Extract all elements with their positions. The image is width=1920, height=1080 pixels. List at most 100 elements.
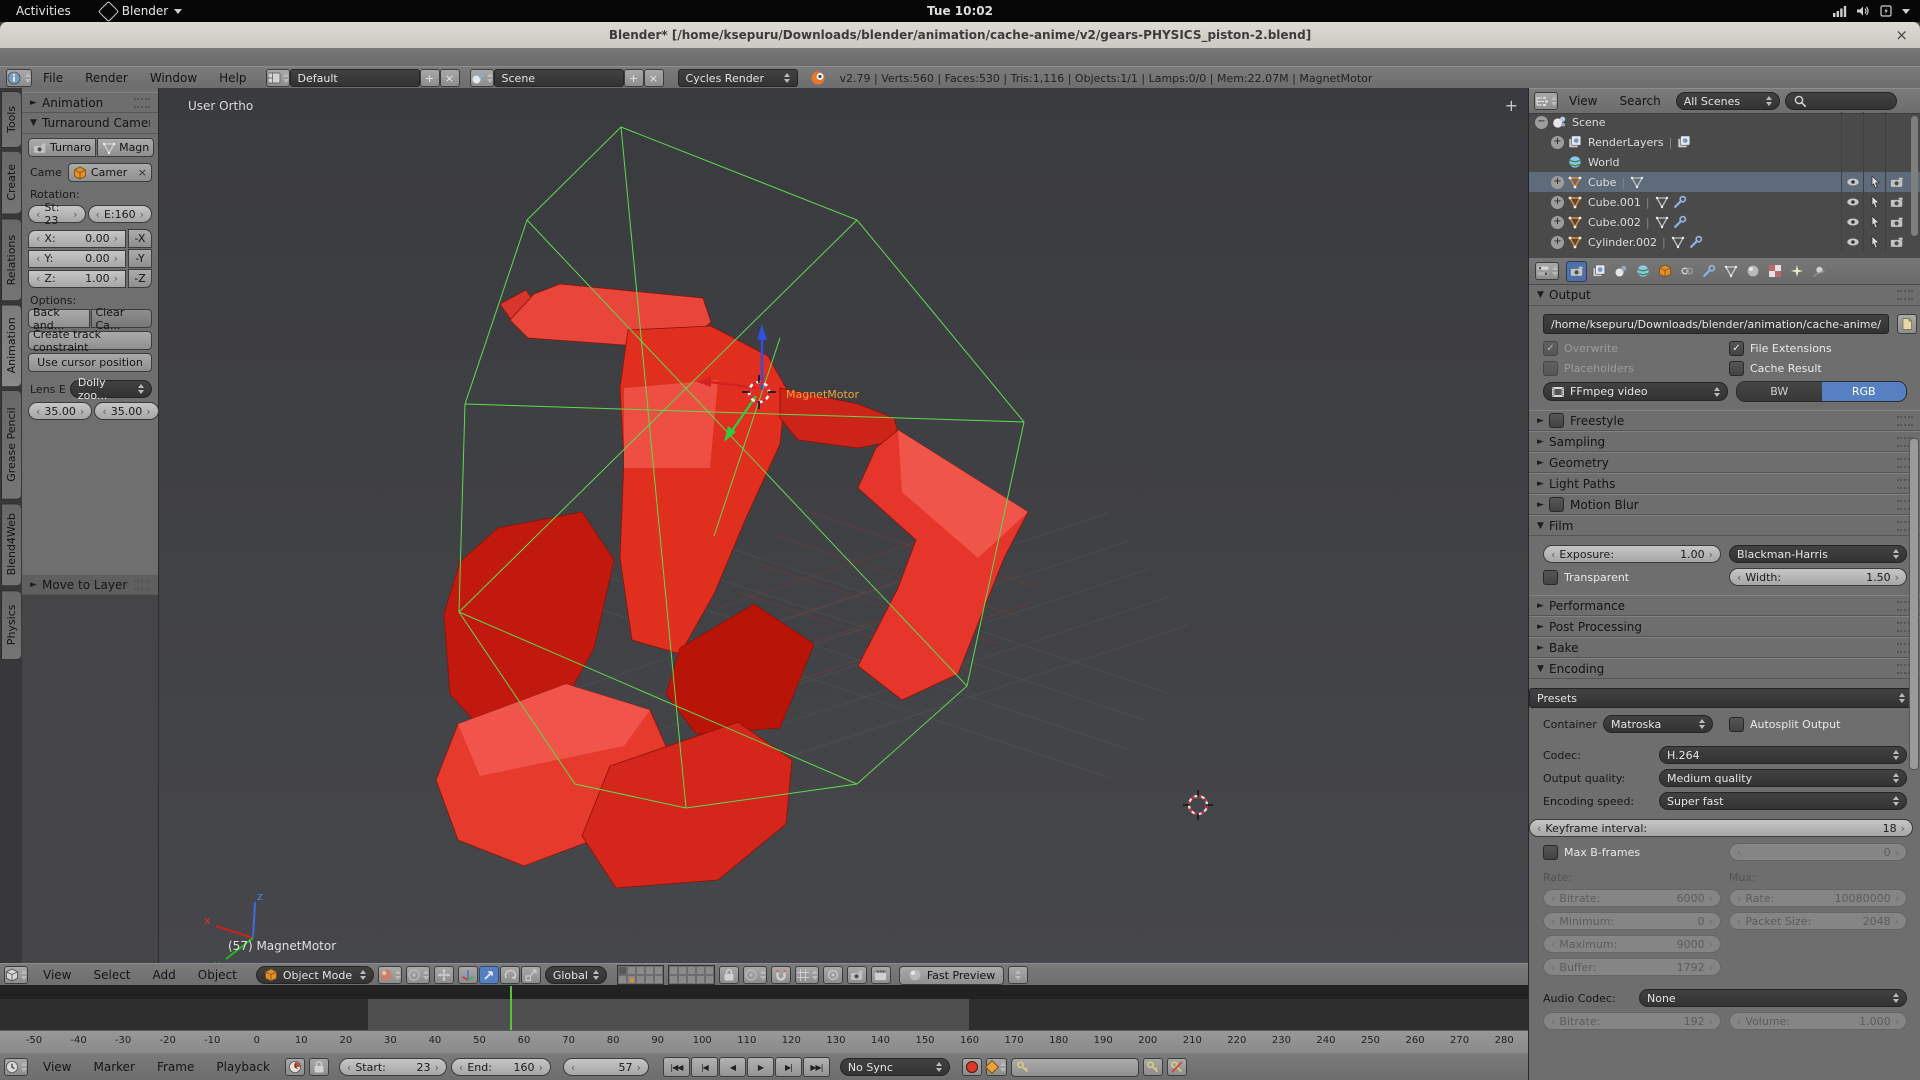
start-frame-field[interactable]: Start:23 [339,1058,447,1076]
delete-layout-button[interactable]: × [440,69,460,87]
panel-freestyle-checkbox[interactable] [1549,413,1564,428]
snap-element-button[interactable] [795,966,819,984]
layer-cell-15[interactable] [669,975,678,984]
properties-tab-material[interactable] [1742,261,1763,282]
outliner-row-cube[interactable]: +Cube| [1529,172,1920,192]
max-bframes-stepper[interactable]: 0 [1729,843,1907,861]
menu-select[interactable]: Select [82,968,141,982]
editor-type-button[interactable] [6,69,32,87]
mux-rate-stepper[interactable]: Rate:10080000 [1729,889,1907,907]
screen-layout-icon-button[interactable] [266,69,290,87]
editor-type-button[interactable] [4,966,28,984]
create-track-constraint-button[interactable]: Create track constraint [28,331,152,350]
overwrite-checkbox[interactable]: ✓ [1543,341,1558,356]
file-extensions-checkbox[interactable]: ✓ [1729,341,1744,356]
render-engine-select[interactable]: Cycles Render [678,69,798,87]
shelf-tab-relations[interactable]: Relations [1,218,21,301]
filter-width-stepper[interactable]: Width:1.50 [1729,568,1907,586]
cache-result-checkbox[interactable] [1729,361,1744,376]
neg-z-button[interactable]: -Z [128,269,152,288]
clock-button[interactable]: Tue 10:02 [927,4,993,18]
lock-to-scene-button[interactable] [719,966,739,984]
max-bframes-checkbox[interactable] [1543,845,1558,860]
layer-cell-6[interactable] [627,975,636,984]
expand-icon[interactable]: + [1551,236,1564,249]
render-still-button[interactable] [847,966,867,984]
clear-icon[interactable]: × [138,166,147,179]
restrict-view-icon[interactable] [1841,232,1863,252]
properties-tab-object[interactable] [1654,261,1675,282]
layer-cell-16[interactable] [678,975,687,984]
viewport-shading-button[interactable] [378,966,402,984]
timeline-track[interactable] [0,985,1528,1031]
start-frame-stepper[interactable]: St: 23 [28,205,86,223]
app-menu-button[interactable]: Blender [95,4,189,19]
properties-region-toggle-icon[interactable]: + [1505,96,1518,115]
layer-cell-7[interactable] [636,975,645,984]
panel-film[interactable]: ▼Film [1529,515,1920,536]
layer-cell-11[interactable] [678,966,687,975]
menu-help[interactable]: Help [208,71,257,85]
menu-playback[interactable]: Playback [205,1060,281,1074]
panel-turnaround-camera[interactable]: ▼Turnaround Camera [22,113,158,134]
panel-grip[interactable] [134,580,150,590]
layer-cell-19[interactable] [705,975,714,984]
camera-object-field[interactable]: Camer × [68,163,152,182]
panel-output[interactable]: ▼Output [1529,285,1920,306]
layer-cell-13[interactable] [696,966,705,975]
outliner-row-world[interactable]: World [1529,152,1920,172]
play-button[interactable]: ▶ [747,1057,774,1077]
layer-cell-8[interactable] [645,975,654,984]
audio-codec-select[interactable]: None [1639,989,1907,1007]
panel-motion-blur[interactable]: ►Motion Blur [1529,494,1920,515]
pivot-center-button[interactable] [406,966,430,984]
layer-cell-0[interactable] [618,966,627,975]
layer-cell-18[interactable] [696,975,705,984]
neg-y-button[interactable]: -Y [128,249,152,268]
panel-grip[interactable] [134,98,150,108]
lens-mode-select[interactable]: Dolly zoo... [70,380,152,398]
restrict-select-icon[interactable] [1863,192,1885,212]
bw-toggle[interactable]: BW [1737,382,1822,401]
use-cursor-position-button[interactable]: Use cursor position [28,353,152,372]
presets-select[interactable]: Presets [1529,688,1913,708]
restrict-render-icon[interactable] [1885,232,1907,252]
manipulator-axis-button[interactable] [458,966,478,984]
file-format-select[interactable]: FFmpeg video [1543,382,1728,401]
end-frame-field[interactable]: End:160 [451,1058,551,1076]
shelf-tab-blend4web[interactable]: Blend4Web [1,503,21,586]
volume-stepper[interactable]: Volume:1.000 [1729,1012,1907,1030]
lock-frame-button[interactable] [309,1058,329,1076]
panel-animation[interactable]: ►Animation [22,92,158,113]
snap-target-button[interactable] [823,966,843,984]
viewport-canvas[interactable]: MagnetMotor z x y User Ortho (57) Magnet… [158,88,1528,963]
output-quality-select[interactable]: Medium quality [1659,769,1907,787]
restrict-select-icon[interactable] [1863,212,1885,232]
panel-move-to-layer[interactable]: ►Move to Layer [22,574,158,595]
panel-light-paths[interactable]: ►Light Paths [1529,473,1920,494]
outliner-search-input[interactable] [1811,94,1885,109]
panel-bake[interactable]: ►Bake [1529,637,1920,658]
expand-icon[interactable]: + [1551,176,1564,189]
viewport-3d[interactable]: MagnetMotor z x y User Ortho (57) Magnet… [0,88,1528,963]
rgb-toggle[interactable]: RGB [1822,382,1907,401]
menu-frame[interactable]: Frame [146,1060,205,1074]
snap-button[interactable] [771,966,791,984]
outliner-row-cube-002[interactable]: +Cube.002| [1529,212,1920,232]
panel-performance[interactable]: ►Performance [1529,595,1920,616]
clear-camera-button[interactable]: Clear Ca... [91,309,153,328]
expand-icon[interactable]: + [1551,196,1564,209]
fast-preview-button[interactable]: Fast Preview [899,966,1004,985]
active-keying-set-field[interactable] [1011,1058,1139,1077]
layer-cell-5[interactable] [618,975,627,984]
properties-tab-data[interactable] [1720,261,1741,282]
codec-select[interactable]: H.264 [1659,746,1907,764]
screen-layout-field[interactable]: Default [290,69,420,87]
properties-tab-world[interactable] [1632,261,1653,282]
manipulator-translate-button[interactable] [479,966,499,984]
browse-output-button[interactable] [1897,314,1917,334]
layer-cell-17[interactable] [687,975,696,984]
properties-scrollbar[interactable] [1909,438,1919,770]
shelf-tab-create[interactable]: Create [1,151,21,215]
editor-type-button[interactable] [4,1058,28,1076]
